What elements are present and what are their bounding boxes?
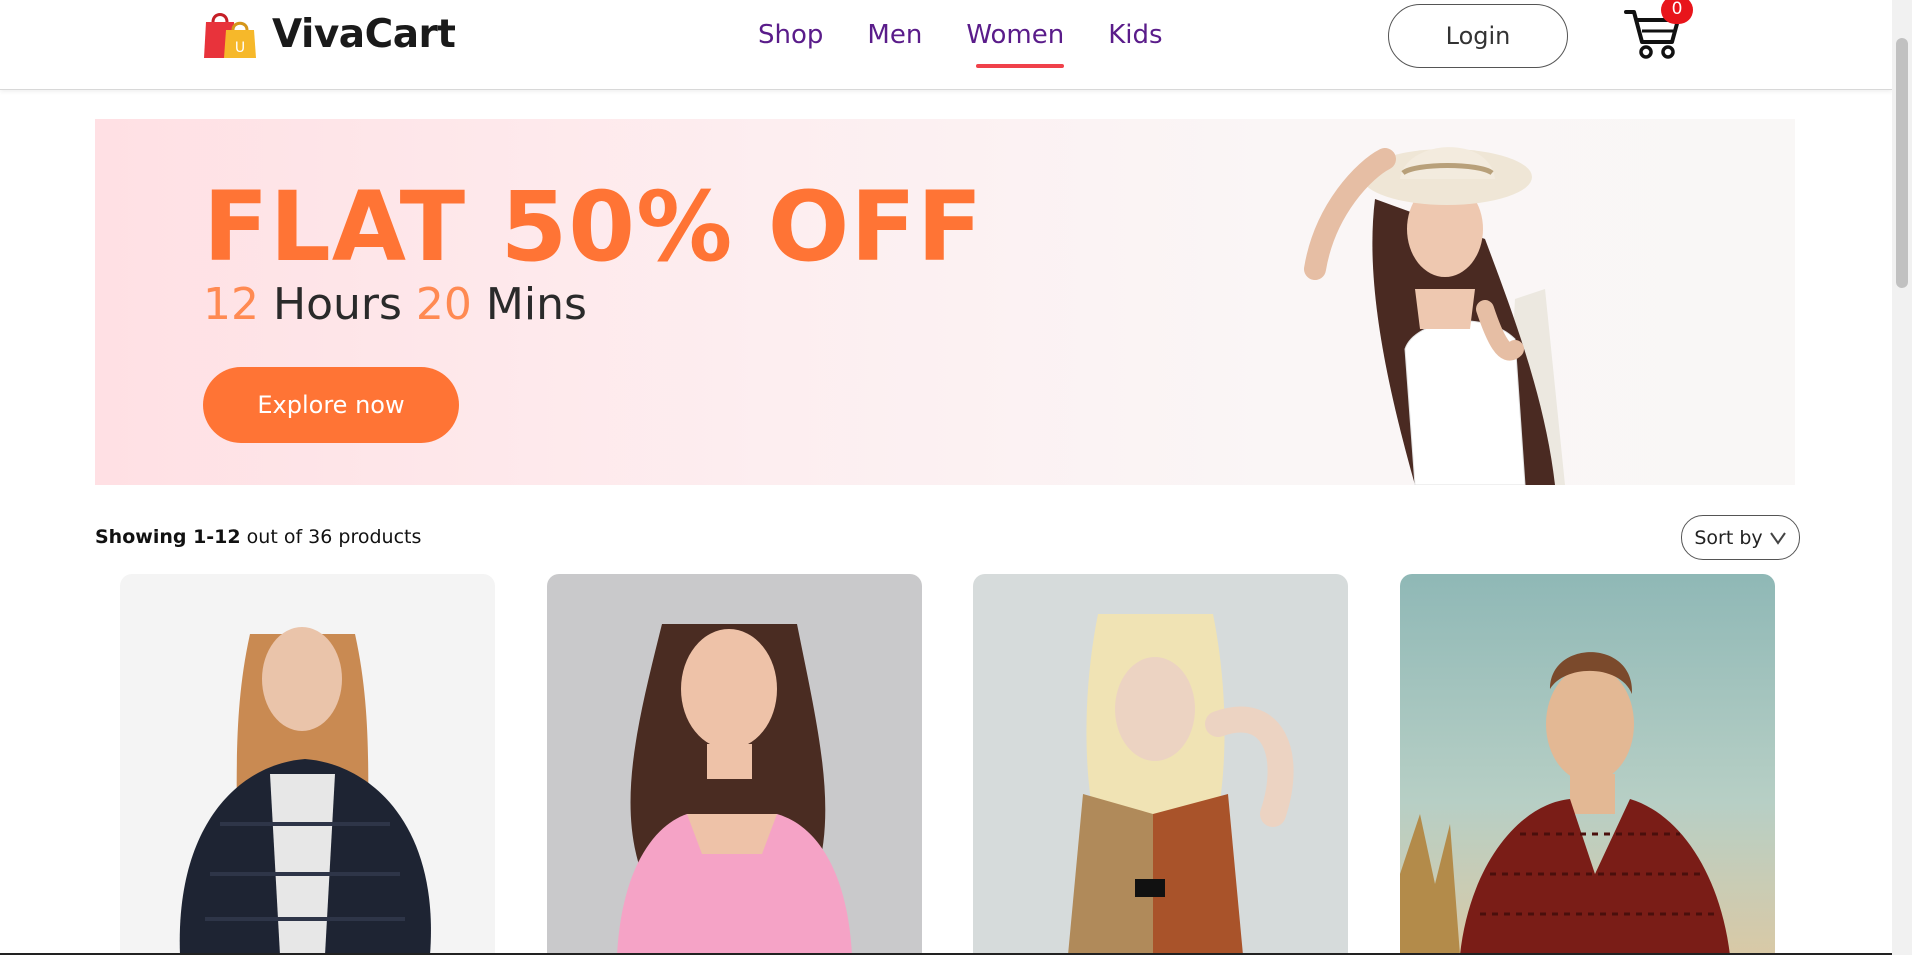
nav-item-shop[interactable]: Shop: [736, 12, 845, 62]
hours-unit: Hours: [273, 279, 402, 330]
login-button[interactable]: Login: [1388, 4, 1568, 68]
page-scrollbar[interactable]: [1892, 0, 1912, 955]
product-card[interactable]: [120, 574, 495, 955]
product-card[interactable]: [547, 574, 922, 955]
hours-value: 12: [203, 279, 259, 330]
chevron-down-icon: [1769, 531, 1786, 545]
scrollbar-thumb[interactable]: [1896, 38, 1908, 288]
mins-unit: Mins: [485, 279, 587, 330]
nav-item-men[interactable]: Men: [845, 12, 944, 62]
nav-item-kids[interactable]: Kids: [1086, 12, 1184, 62]
results-count: Showing 1-12 out of 36 products: [95, 526, 421, 548]
product-image: [617, 624, 852, 955]
shopping-bag-icon: U: [204, 13, 256, 58]
results-total: out of 36 products: [246, 526, 422, 548]
banner-countdown: 12 Hours 20 Mins: [203, 279, 587, 330]
cart-count-badge: 0: [1661, 0, 1693, 24]
svg-text:U: U: [235, 40, 245, 56]
sort-by-button[interactable]: Sort by: [1681, 515, 1800, 560]
product-card[interactable]: [973, 574, 1348, 955]
banner-title: FLAT 50% OFF: [203, 171, 984, 283]
promo-banner: FLAT 50% OFF 12 Hours 20 Mins Explore no…: [95, 119, 1795, 485]
product-image: [1400, 652, 1730, 955]
banner-model-image: [1304, 147, 1565, 485]
mins-value: 20: [415, 279, 472, 330]
product-card[interactable]: [1400, 574, 1775, 955]
brand-name: VivaCart: [272, 11, 456, 57]
brand-logo[interactable]: U VivaCart: [200, 8, 456, 60]
product-image: [1068, 614, 1294, 955]
sort-by-label: Sort by: [1694, 526, 1763, 549]
main-nav: Shop Men Women Kids: [736, 12, 1185, 68]
product-image: [179, 627, 431, 955]
site-header: U VivaCart Shop Men Women Kids Login 0: [0, 0, 1892, 90]
nav-item-women[interactable]: Women: [944, 12, 1086, 68]
results-range: Showing 1-12: [95, 526, 241, 548]
explore-now-button[interactable]: Explore now: [203, 367, 459, 443]
